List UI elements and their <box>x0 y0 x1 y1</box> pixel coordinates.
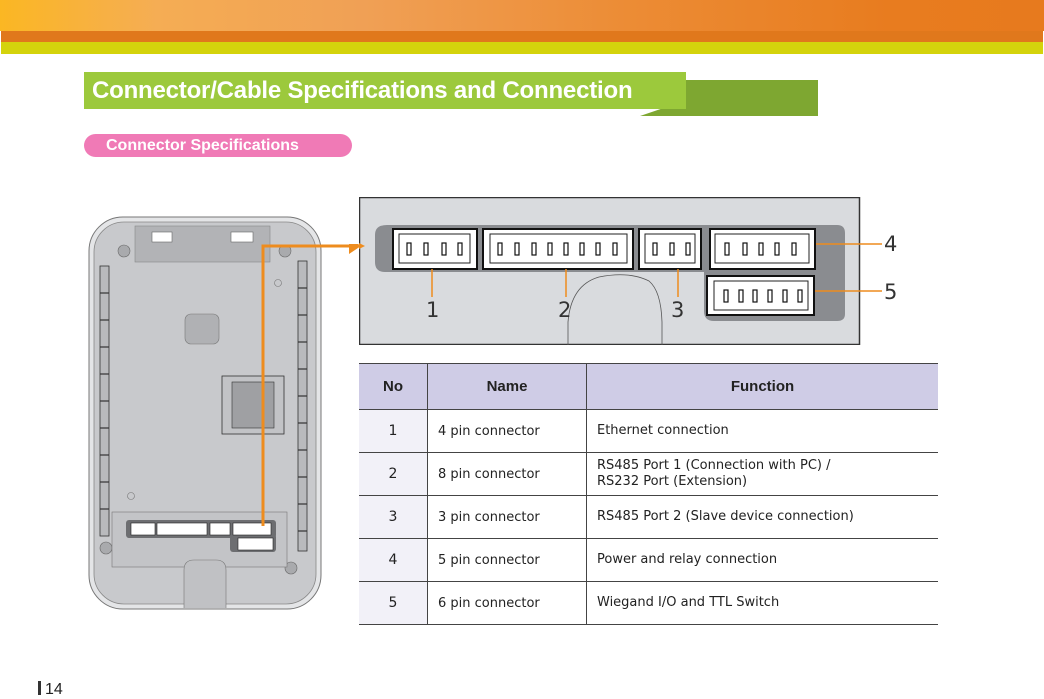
row-no: 5 <box>359 581 428 625</box>
page-number-marker <box>38 681 41 695</box>
page-number-text: 14 <box>45 681 63 698</box>
callout-5: 5 <box>884 280 898 304</box>
row-function: RS485 Port 1 (Connection with PC) / RS232… <box>586 452 938 496</box>
header-gradient-band <box>0 0 1044 31</box>
table-row: 1 4 pin connector Ethernet connection <box>359 409 938 453</box>
section-heading: Connector Specifications <box>84 134 352 157</box>
row-no: 3 <box>359 495 428 539</box>
row-name: 5 pin connector <box>427 538 587 582</box>
header-lime-stripe <box>1 42 1043 54</box>
row-name: 8 pin connector <box>427 452 587 496</box>
row-no: 2 <box>359 452 428 496</box>
arrow-head-icon <box>263 244 361 254</box>
row-function: RS485 Port 2 (Slave device connection) <box>586 495 938 539</box>
function-text: RS485 Port 1 (Connection with PC) / <box>597 458 831 473</box>
function-text: Power and relay connection <box>597 552 778 567</box>
page-number: 14 <box>38 681 63 699</box>
row-name: 6 pin connector <box>427 581 587 625</box>
row-name: 4 pin connector <box>427 409 587 453</box>
callout-3: 3 <box>671 298 685 322</box>
header-orange-stripe <box>1 31 1043 42</box>
row-no: 4 <box>359 538 428 582</box>
row-function: Ethernet connection <box>586 409 938 453</box>
row-no: 1 <box>359 409 428 453</box>
connector-spec-table: No Name Function 1 4 pin connector Ether… <box>359 363 938 625</box>
connector-detail-diagram <box>359 197 862 345</box>
callout-2: 2 <box>558 298 572 322</box>
callout-1: 1 <box>426 298 440 322</box>
function-text: Wiegand I/O and TTL Switch <box>597 595 780 610</box>
device-back-illustration <box>88 216 322 610</box>
function-text: Ethernet connection <box>597 423 729 438</box>
table-row: 3 3 pin connector RS485 Port 2 (Slave de… <box>359 495 938 539</box>
header-name: Name <box>427 363 587 410</box>
function-text: RS485 Port 2 (Slave device connection) <box>597 509 854 524</box>
callout-4: 4 <box>884 232 898 256</box>
header-no: No <box>359 363 428 410</box>
table-row: 2 8 pin connector RS485 Port 1 (Connecti… <box>359 452 938 496</box>
table-row: 5 6 pin connector Wiegand I/O and TTL Sw… <box>359 581 938 625</box>
row-function: Wiegand I/O and TTL Switch <box>586 581 938 625</box>
function-text-line2: RS232 Port (Extension) <box>597 474 748 489</box>
row-function: Power and relay connection <box>586 538 938 582</box>
table-row: 4 5 pin connector Power and relay connec… <box>359 538 938 582</box>
callout-leader-lines <box>862 243 882 292</box>
page-title: Connector/Cable Specifications and Conne… <box>84 72 686 109</box>
table-header-row: No Name Function <box>359 363 938 410</box>
header-function: Function <box>586 363 938 410</box>
row-name: 3 pin connector <box>427 495 587 539</box>
